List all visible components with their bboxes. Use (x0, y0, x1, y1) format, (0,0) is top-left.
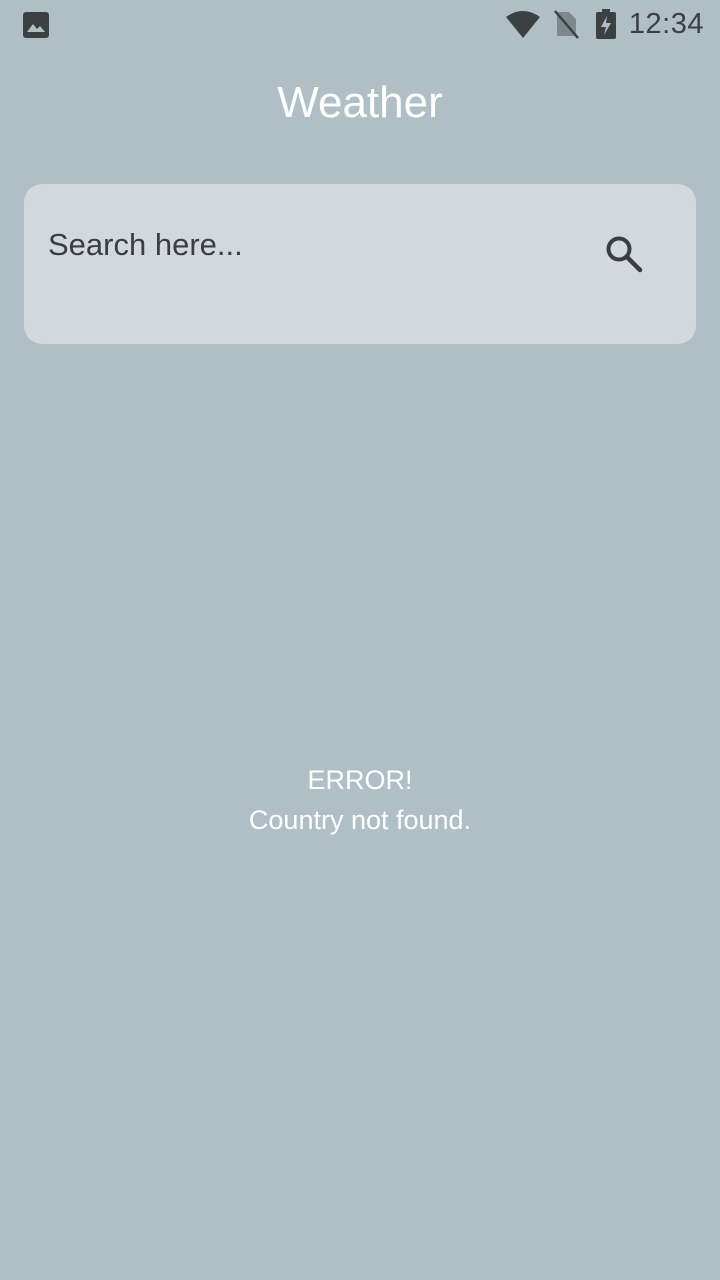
status-bar: 12:34 (0, 0, 720, 48)
error-body: Country not found. (248, 805, 472, 835)
page-title: Weather (277, 78, 443, 127)
wifi-icon (505, 9, 541, 39)
status-icons: 12:34 (505, 0, 704, 48)
status-time: 12:34 (628, 7, 704, 40)
error-message: ERROR! Country not found. (0, 760, 720, 840)
battery-charging-icon (595, 9, 617, 39)
search-card (24, 184, 696, 344)
search-input[interactable] (48, 220, 568, 270)
error-heading: ERROR! (307, 765, 413, 795)
image-icon (22, 11, 50, 39)
search-button[interactable] (596, 228, 652, 284)
no-sim-icon (553, 9, 579, 39)
search-icon (604, 234, 644, 279)
